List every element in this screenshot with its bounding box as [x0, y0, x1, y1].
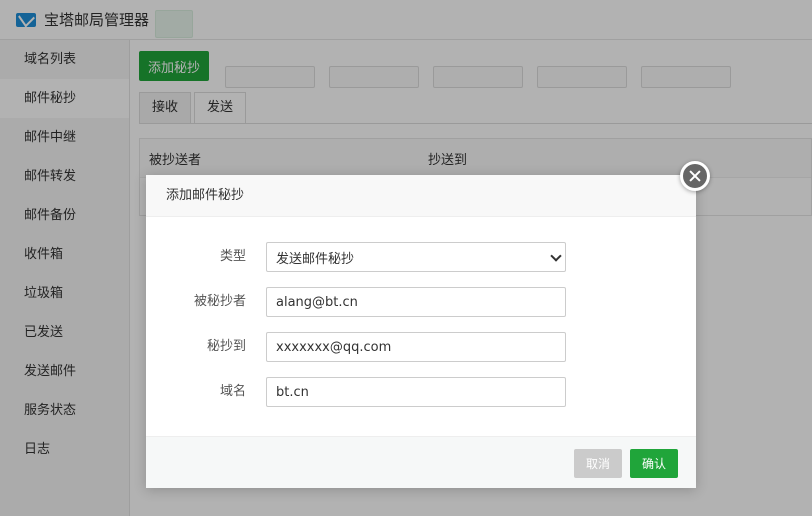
chevron-down-icon: [550, 250, 562, 262]
target-input[interactable]: [266, 332, 566, 362]
sender-label: 被秘抄者: [193, 294, 246, 309]
form-row-target: 秘抄到: [146, 332, 696, 362]
form-row-domain: 域名: [146, 377, 696, 407]
close-icon[interactable]: [680, 161, 710, 191]
form-row-sender: 被秘抄者: [146, 287, 696, 317]
target-label: 秘抄到: [206, 339, 246, 354]
confirm-button[interactable]: 确认: [630, 449, 678, 478]
add-bcc-dialog: 添加邮件秘抄 类型 发送邮件秘抄 被秘抄者 秘抄到 域名 取消 确认: [146, 161, 710, 488]
type-select[interactable]: 发送邮件秘抄: [266, 242, 566, 272]
domain-input[interactable]: [266, 377, 566, 407]
form-row-type: 类型 发送邮件秘抄: [146, 242, 696, 272]
cancel-button[interactable]: 取消: [574, 449, 622, 478]
sender-input[interactable]: [266, 287, 566, 317]
dialog-footer: 取消 确认: [146, 436, 696, 488]
dialog-title: 添加邮件秘抄: [146, 175, 696, 217]
domain-label: 域名: [219, 384, 246, 399]
type-select-value: 发送邮件秘抄: [276, 251, 355, 267]
type-label: 类型: [219, 249, 246, 264]
